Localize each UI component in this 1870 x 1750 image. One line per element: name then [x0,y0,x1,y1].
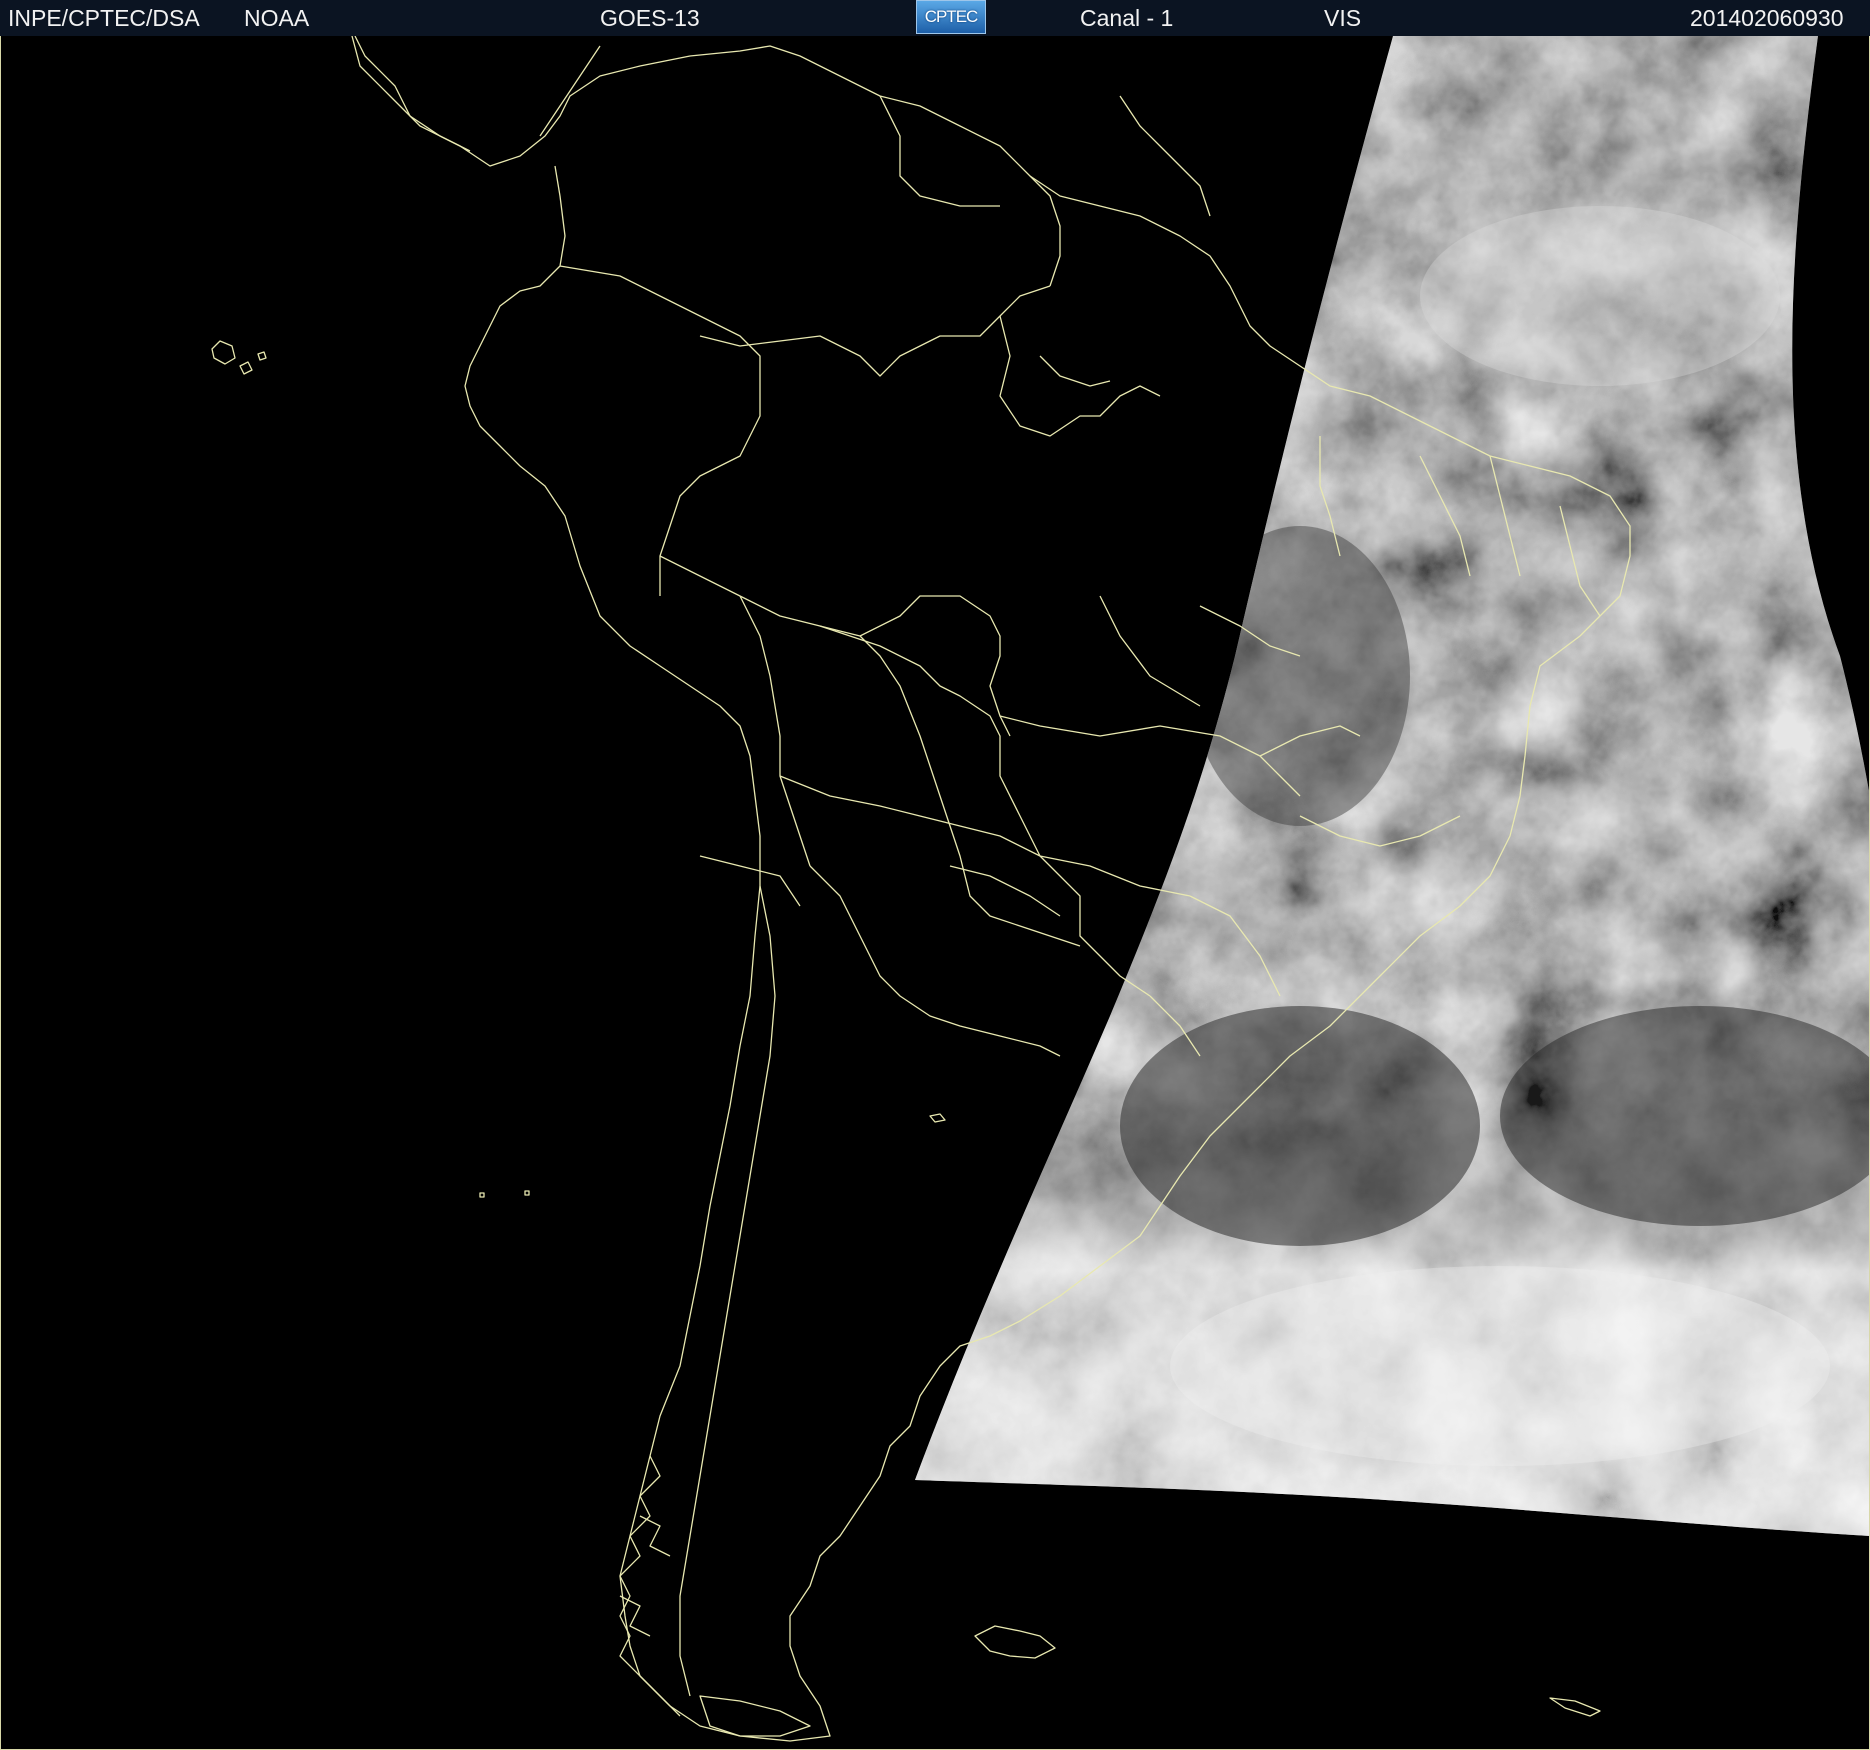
header-bar: INPE/CPTEC/DSA NOAA GOES-13 CPTEC Canal … [0,0,1870,37]
logo-text: CPTEC [924,7,979,26]
cptec-logo: CPTEC [916,0,986,34]
band-label: VIS [1324,5,1362,31]
channel-label: Canal - 1 [1080,5,1174,31]
agency-label: INPE/CPTEC/DSA [8,5,200,31]
timestamp-label: 201402060930 [1690,5,1844,31]
source-label: NOAA [244,5,310,31]
satellite-label: GOES-13 [600,5,700,31]
image-frame [0,36,1870,1750]
